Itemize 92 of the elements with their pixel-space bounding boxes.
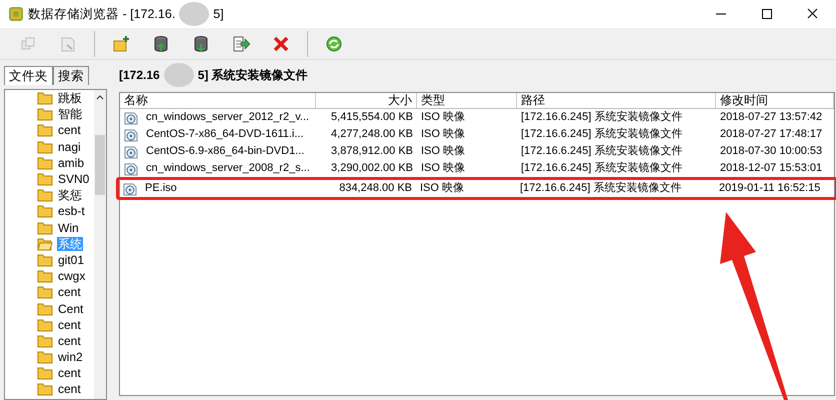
folder-icon (37, 204, 53, 218)
column-header[interactable]: 大小 (316, 93, 417, 108)
folder-icon (37, 318, 53, 332)
modified-time: 2018-07-27 13:57:42 (719, 110, 824, 126)
folder-icon (37, 269, 53, 284)
column-header[interactable]: 名称 (120, 93, 316, 108)
file-path: [172.16.6.245] 系统安装镜像文件 (520, 160, 684, 176)
folder-icon (37, 172, 53, 186)
folder-icon (37, 140, 53, 154)
column-header[interactable]: 类型 (417, 93, 517, 108)
file-size: 834,248.00 KB (338, 181, 413, 196)
folder-icon (37, 302, 53, 316)
folder-icon (37, 252, 53, 267)
tree-item[interactable]: cent (57, 123, 82, 138)
maximize-icon[interactable] (760, 8, 774, 20)
disc-image-icon (123, 182, 137, 196)
tree-item[interactable]: win2 (57, 350, 84, 364)
scroll-up-icon (96, 94, 104, 100)
folder-icon (37, 188, 53, 202)
tree-item[interactable]: cent (57, 366, 82, 380)
column-header[interactable]: 修改时间 (716, 93, 834, 108)
file-path: [172.16.6.245] 系统安装镜像文件 (520, 126, 684, 142)
disc-image-icon (124, 128, 138, 142)
file-path: [172.16.6.245] 系统安装镜像文件 (520, 144, 684, 160)
folder-icon (37, 366, 53, 380)
file-path: [172.16.6.245] 系统安装镜像文件 (520, 110, 684, 126)
modified-time: 2018-12-07 15:53:01 (719, 161, 824, 176)
database-down-icon[interactable] (192, 34, 210, 52)
redaction-blur (179, 2, 210, 26)
scrollbar-thumb[interactable] (95, 135, 105, 195)
folder-icon (37, 220, 53, 235)
disc-image-icon (124, 110, 138, 124)
tree-item[interactable]: 智能 (57, 107, 83, 122)
redaction-blur (164, 63, 194, 87)
tree-item[interactable]: 奖惩 (57, 188, 83, 202)
modified-time: 2018-07-30 10:00:53 (719, 144, 824, 160)
folder-icon (37, 285, 53, 300)
close-icon[interactable] (806, 8, 820, 20)
tree-item[interactable]: Win (57, 220, 80, 235)
new-folder-icon[interactable] (112, 34, 130, 52)
tree-item[interactable]: cwgx (57, 269, 86, 284)
file-name[interactable]: cn_windows_server_2008_r2_s... (146, 160, 310, 177)
tree-item[interactable]: amib (57, 156, 86, 170)
folder-icon (37, 334, 53, 348)
file-type: ISO 映像 (419, 181, 466, 196)
disc-image-icon (124, 162, 138, 176)
app-logo-icon (8, 6, 24, 22)
file-size: 3,290,002.00 KB (330, 161, 414, 176)
file-size: 3,878,912.00 KB (330, 144, 414, 160)
file-size: 5,415,554.00 KB (330, 110, 414, 126)
window-title: 数据存储浏览器 - [172.16. (28, 6, 176, 23)
folder-icon (37, 156, 53, 170)
column-header[interactable]: 路径 (517, 93, 716, 108)
tree-item[interactable]: cent (57, 334, 82, 348)
scrollbar[interactable] (94, 90, 106, 399)
disc-image-icon (124, 144, 138, 158)
file-name[interactable]: CentOS-6.9-x86_64-bin-DVD1... (146, 143, 304, 160)
tree-item[interactable]: SVN0 (57, 172, 90, 186)
file-type: ISO 映像 (420, 110, 466, 126)
file-type: ISO 映像 (420, 127, 466, 142)
tree-item[interactable]: cent (57, 318, 82, 332)
file-type: ISO 映像 (420, 144, 466, 160)
folder-path: [172.16 (119, 67, 160, 84)
folder-icon (37, 350, 53, 364)
tree-item[interactable]: nagi (57, 140, 82, 154)
tree-item[interactable]: cent (57, 382, 82, 396)
tab[interactable]: 文件夹 (4, 66, 53, 85)
tree-item[interactable]: cent (57, 285, 82, 300)
folder-path: 5] 系统安装镜像文件 (198, 67, 308, 84)
database-up-icon[interactable] (152, 34, 170, 52)
delete-icon[interactable] (272, 34, 290, 52)
file-name[interactable]: CentOS-7-x86_64-DVD-1611.i... (146, 126, 304, 143)
folder-icon (37, 382, 53, 396)
file-path: [172.16.6.245] 系统安装镜像文件 (519, 180, 682, 196)
file-name[interactable]: cn_windows_server_2012_r2_v... (146, 109, 310, 126)
document-export-icon[interactable] (232, 34, 250, 52)
modified-time: 2018-07-27 17:48:17 (719, 127, 824, 142)
refresh-icon[interactable] (325, 34, 343, 52)
file-size: 4,277,248.00 KB (330, 127, 414, 142)
folder-icon (37, 91, 53, 106)
tree-item[interactable]: 跳板 (57, 91, 83, 106)
file-name[interactable]: PE.iso (145, 180, 177, 197)
tree-item[interactable]: Cent (57, 302, 84, 316)
folder-icon (37, 107, 53, 122)
tree-item[interactable]: esb-t (57, 204, 86, 218)
folder-icon (37, 123, 53, 138)
file-type: ISO 映像 (420, 161, 466, 176)
tab[interactable]: 搜索 (53, 66, 89, 85)
window-title: 5] (213, 6, 224, 23)
modified-time: 2019-01-11 16:52:15 (718, 181, 822, 196)
tree-item[interactable]: git01 (57, 252, 86, 267)
open-folder-icon (37, 236, 53, 251)
